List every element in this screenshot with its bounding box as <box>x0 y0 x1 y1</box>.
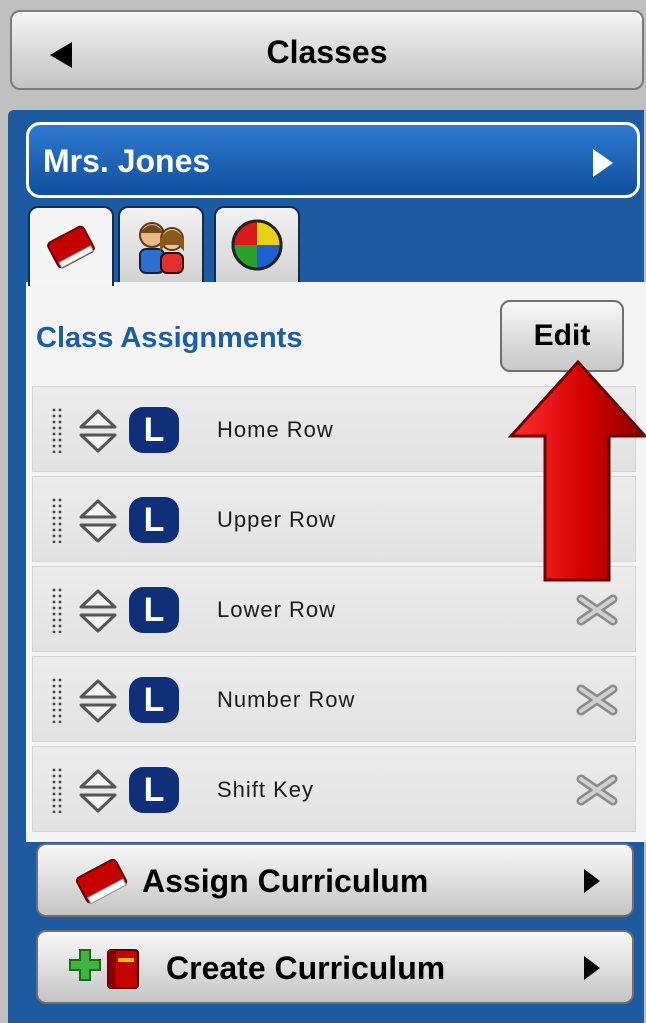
tab-students[interactable] <box>118 206 204 282</box>
remove-x-icon[interactable] <box>575 683 619 717</box>
lesson-badge-icon: L <box>129 767 179 813</box>
lesson-name: Home Row <box>217 417 334 442</box>
lesson-badge-icon: L <box>129 587 179 633</box>
students-icon <box>139 222 184 274</box>
teacher-selector-button[interactable]: Mrs. Jones <box>26 122 640 198</box>
reorder-arrows-icon[interactable] <box>77 677 119 725</box>
drag-handle-icon[interactable] <box>51 677 63 723</box>
classes-back-button[interactable]: Classes <box>10 10 644 90</box>
classes-title: Classes <box>266 34 388 70</box>
lesson-badge-icon: L <box>129 407 179 453</box>
remove-x-icon[interactable] <box>575 773 619 807</box>
assignment-row[interactable]: L Shift Key <box>32 746 636 832</box>
lesson-name: Number Row <box>217 687 356 712</box>
assign-curriculum-button[interactable]: Assign Curriculum <box>36 843 634 917</box>
assignment-row[interactable]: L Number Row <box>32 656 636 742</box>
red-up-arrow-icon <box>507 359 646 582</box>
reorder-arrows-icon[interactable] <box>77 407 119 455</box>
plus-icon <box>69 949 101 981</box>
remove-x-icon[interactable] <box>575 593 619 627</box>
reports-pie-icon <box>231 219 283 271</box>
chevron-right-icon <box>584 956 600 980</box>
lesson-badge-icon: L <box>129 677 179 723</box>
drag-handle-icon[interactable] <box>51 407 63 453</box>
reorder-arrows-icon[interactable] <box>77 767 119 815</box>
lesson-name: Shift Key <box>217 777 315 802</box>
reorder-arrows-icon[interactable] <box>77 497 119 545</box>
book-icon <box>107 949 139 989</box>
drag-handle-icon[interactable] <box>51 497 63 543</box>
tab-reports[interactable] <box>214 206 300 282</box>
reorder-arrows-icon[interactable] <box>77 587 119 635</box>
lesson-name: Lower Row <box>217 597 337 622</box>
create-curriculum-button[interactable]: Create Curriculum <box>36 930 634 1004</box>
create-curriculum-label: Create Curriculum <box>166 950 446 986</box>
assign-curriculum-label: Assign Curriculum <box>142 863 429 899</box>
curriculum-book-icon <box>47 225 95 269</box>
class-assignments-heading: Class Assignments <box>36 322 303 354</box>
chevron-right-icon <box>593 149 613 177</box>
drag-handle-icon[interactable] <box>51 587 63 633</box>
drag-handle-icon[interactable] <box>51 767 63 813</box>
lesson-badge-icon: L <box>129 497 179 543</box>
teacher-name: Mrs. Jones <box>43 143 211 179</box>
lesson-name: Upper Row <box>217 507 337 532</box>
tab-curriculum[interactable] <box>28 206 114 286</box>
chevron-right-icon <box>584 869 600 893</box>
book-icon <box>75 858 128 905</box>
